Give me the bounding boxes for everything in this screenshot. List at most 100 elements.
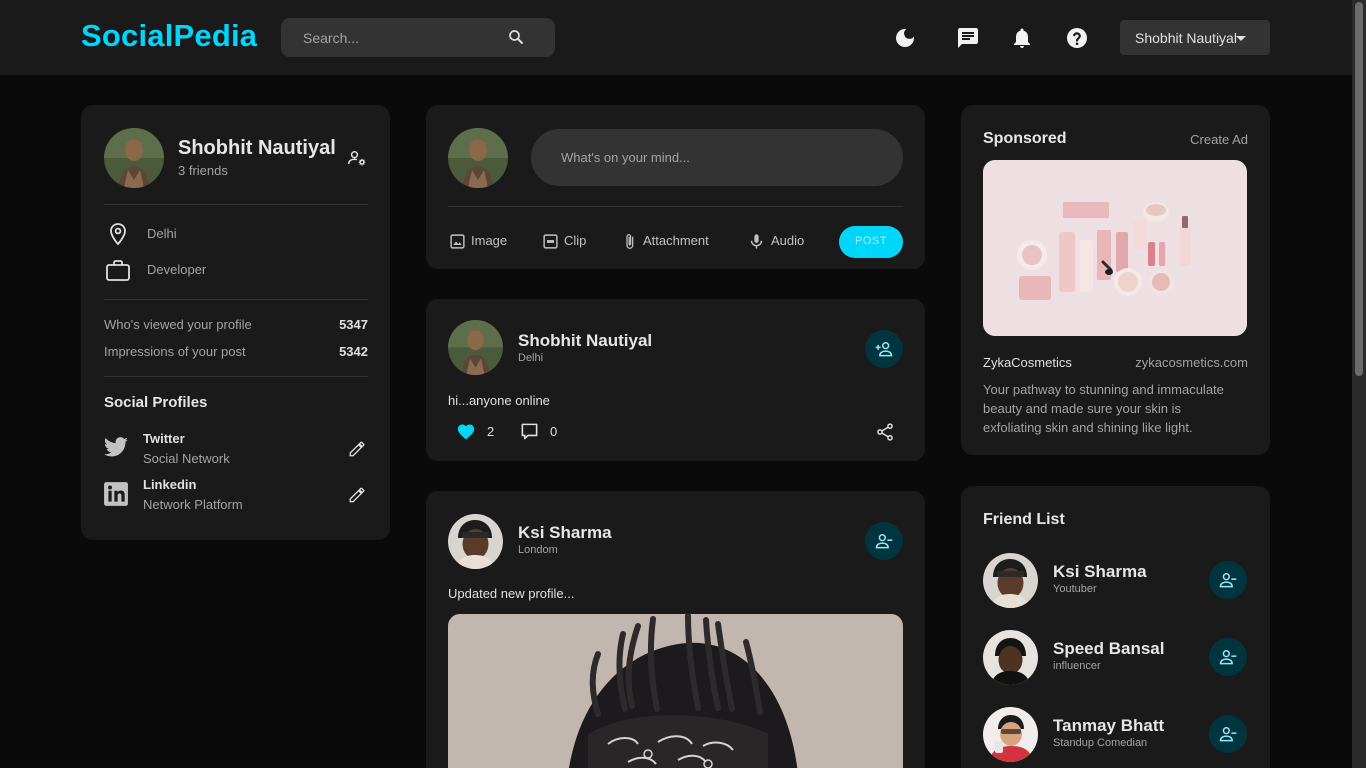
profile-card: Shobhit Nautiyal 3 friends Delhi Develop… bbox=[81, 105, 390, 540]
profile-name[interactable]: Shobhit Nautiyal bbox=[178, 137, 336, 160]
image-label: Image bbox=[471, 233, 508, 248]
audio-button[interactable]: Audio bbox=[748, 231, 810, 251]
app-logo[interactable]: SocialPedia bbox=[81, 18, 257, 54]
linkedin-type: Network Platform bbox=[143, 497, 243, 512]
friend-role: influencer bbox=[1053, 660, 1101, 672]
create-ad-link[interactable]: Create Ad bbox=[1190, 132, 1248, 147]
audio-label: Audio bbox=[771, 233, 805, 248]
edit-linkedin-icon[interactable] bbox=[348, 486, 366, 504]
friend-avatar[interactable] bbox=[983, 707, 1038, 762]
twitter-type: Social Network bbox=[143, 451, 230, 466]
dark-mode-icon[interactable] bbox=[893, 26, 917, 50]
page-scrollbar[interactable] bbox=[1352, 0, 1366, 768]
remove-friend-button[interactable] bbox=[1209, 715, 1247, 753]
person-remove-icon bbox=[1219, 573, 1237, 588]
comment-icon[interactable] bbox=[520, 422, 539, 441]
remove-friend-button[interactable] bbox=[1209, 561, 1247, 599]
friend-name[interactable]: Speed Bansal bbox=[1053, 639, 1165, 659]
post-image[interactable] bbox=[448, 614, 903, 768]
comment-count: 0 bbox=[550, 424, 558, 439]
search-icon[interactable] bbox=[507, 28, 525, 46]
post-card: Ksi Sharma Londom Updated new profile... bbox=[426, 491, 925, 768]
notification-icon[interactable] bbox=[1010, 26, 1034, 50]
post-text: hi...anyone online bbox=[448, 393, 550, 408]
location-icon bbox=[110, 223, 126, 246]
user-dropdown-label: Shobhit Nautiyal bbox=[1135, 30, 1237, 46]
views-value: 5347 bbox=[339, 317, 368, 332]
person-remove-icon bbox=[1219, 650, 1237, 665]
user-dropdown[interactable]: Shobhit Nautiyal bbox=[1120, 20, 1270, 55]
friend-list-title: Friend List bbox=[983, 511, 1065, 528]
attachment-button[interactable]: Attachment bbox=[621, 231, 717, 251]
microphone-icon bbox=[750, 234, 763, 249]
like-count: 2 bbox=[487, 424, 495, 439]
post-card: Shobhit Nautiyal Delhi hi...anyone onlin… bbox=[426, 299, 925, 461]
composer-avatar bbox=[448, 128, 508, 188]
ad-site[interactable]: zykacosmetics.com bbox=[1135, 355, 1248, 370]
social-profiles-title: Social Profiles bbox=[104, 394, 208, 411]
post-input[interactable]: What's on your mind... bbox=[531, 129, 903, 186]
impressions-label: Impressions of your post bbox=[104, 344, 246, 359]
caret-down-icon bbox=[1236, 36, 1246, 41]
post-author-name[interactable]: Ksi Sharma bbox=[518, 523, 612, 543]
friend-count: 3 friends bbox=[178, 163, 228, 178]
ad-description-line: exfoliating skin and shining like light. bbox=[983, 420, 1193, 435]
post-text: Updated new profile... bbox=[448, 586, 575, 601]
divider bbox=[104, 376, 368, 377]
remove-friend-button[interactable] bbox=[865, 522, 903, 560]
ad-brand[interactable]: ZykaCosmetics bbox=[983, 355, 1072, 370]
post-author-avatar[interactable] bbox=[448, 514, 503, 569]
profile-avatar[interactable] bbox=[104, 128, 164, 188]
divider bbox=[448, 206, 903, 207]
linkedin-name[interactable]: Linkedin bbox=[143, 477, 196, 492]
scrollbar-thumb[interactable] bbox=[1355, 2, 1363, 376]
post-input-placeholder: What's on your mind... bbox=[561, 150, 690, 165]
friend-name[interactable]: Ksi Sharma bbox=[1053, 562, 1147, 582]
friend-list-card: Friend List Ksi Sharma Youtuber Speed Ba… bbox=[961, 486, 1270, 768]
post-author-location: Delhi bbox=[518, 352, 544, 364]
divider bbox=[104, 204, 368, 205]
profile-occupation: Developer bbox=[147, 262, 207, 277]
help-icon[interactable] bbox=[1065, 26, 1089, 50]
sponsored-card: Sponsored Create Ad ZykaCosmetics zykaco… bbox=[961, 105, 1270, 455]
search-bar[interactable]: Search... bbox=[281, 18, 555, 57]
work-icon bbox=[106, 260, 130, 281]
clip-button[interactable]: Clip bbox=[542, 231, 598, 251]
share-icon[interactable] bbox=[875, 422, 895, 442]
ad-description-line: beauty and made sure your skin is bbox=[983, 401, 1181, 416]
friend-avatar[interactable] bbox=[983, 630, 1038, 685]
message-icon[interactable] bbox=[956, 26, 980, 50]
gif-box-icon bbox=[543, 234, 558, 249]
post-button[interactable]: POST bbox=[839, 226, 903, 258]
post-composer: What's on your mind... Image Clip Attach… bbox=[426, 105, 925, 269]
profile-location: Delhi bbox=[147, 226, 177, 241]
post-author-name[interactable]: Shobhit Nautiyal bbox=[518, 331, 652, 351]
friend-avatar[interactable] bbox=[983, 553, 1038, 608]
clip-label: Clip bbox=[564, 233, 587, 248]
person-remove-icon bbox=[1219, 727, 1237, 742]
like-heart-icon[interactable] bbox=[456, 422, 476, 440]
post-author-location: Londom bbox=[518, 544, 558, 556]
sponsored-title: Sponsored bbox=[983, 130, 1067, 147]
search-input[interactable]: Search... bbox=[303, 30, 359, 46]
friend-role: Youtuber bbox=[1053, 583, 1097, 595]
manage-accounts-icon[interactable] bbox=[347, 148, 367, 168]
post-button-label: POST bbox=[855, 235, 887, 247]
add-friend-button[interactable] bbox=[865, 330, 903, 368]
ad-description-line: Your pathway to stunning and immaculate bbox=[983, 382, 1224, 397]
friend-name[interactable]: Tanmay Bhatt bbox=[1053, 716, 1164, 736]
attachment-icon bbox=[626, 234, 634, 249]
image-icon bbox=[450, 234, 465, 249]
twitter-name[interactable]: Twitter bbox=[143, 431, 185, 446]
ad-image[interactable] bbox=[983, 160, 1247, 336]
twitter-icon bbox=[104, 437, 128, 457]
linkedin-icon bbox=[104, 482, 128, 506]
attachment-label: Attachment bbox=[643, 233, 709, 248]
edit-twitter-icon[interactable] bbox=[348, 440, 366, 458]
person-add-icon bbox=[875, 342, 893, 357]
friend-role: Standup Comedian bbox=[1053, 737, 1148, 749]
post-author-avatar[interactable] bbox=[448, 320, 503, 375]
image-button[interactable]: Image bbox=[449, 231, 519, 251]
navbar: SocialPedia Search... Shobhit Nautiyal bbox=[0, 0, 1352, 75]
remove-friend-button[interactable] bbox=[1209, 638, 1247, 676]
